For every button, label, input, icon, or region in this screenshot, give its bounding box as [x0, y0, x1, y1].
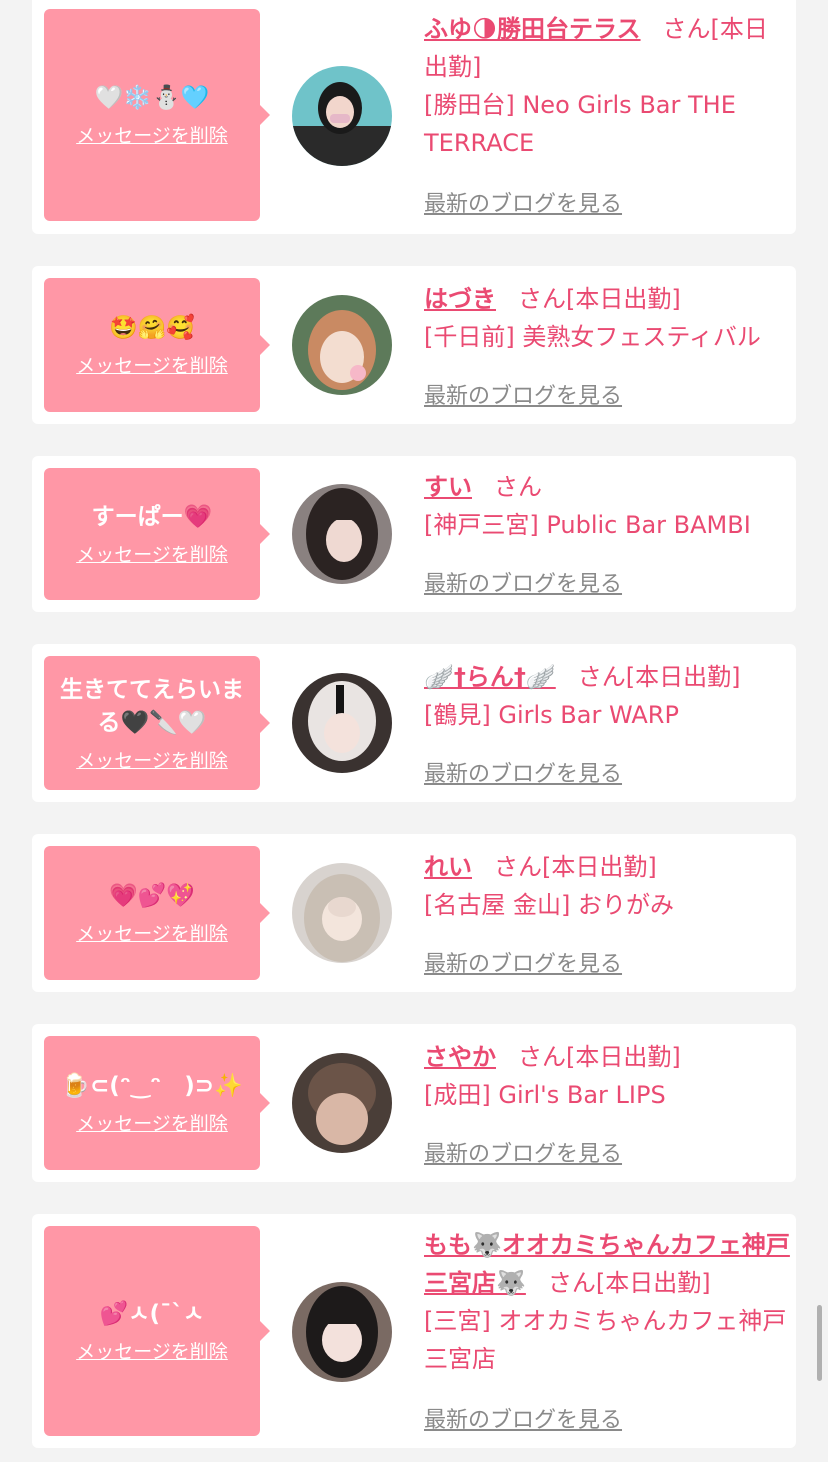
message-card: 🤍❄️⛄🩵 メッセージを削除 ふゆ🌗勝田台テラス さん[本日出勤] [勝田台] N…	[32, 0, 796, 234]
cast-info: れい さん[本日出勤] [名古屋 金山] おりがみ	[424, 848, 790, 924]
avatar[interactable]	[292, 295, 392, 395]
message-bubble: 💕ㅅ(¯`ㅅ メッセージを削除	[44, 1226, 270, 1436]
message-bubble: 🤍❄️⛄🩵 メッセージを削除	[44, 9, 270, 221]
message-card: 🍺⊂(ᵔ‿ᵔ )⊃✨ メッセージを削除 さやか さん[本日出勤] [成田] Gir…	[32, 1024, 796, 1182]
latest-blog-link[interactable]: 最新のブログを見る	[424, 946, 622, 978]
latest-blog-link[interactable]: 最新のブログを見る	[424, 378, 622, 410]
delete-message-link[interactable]: メッセージを削除	[76, 351, 228, 378]
shop-info: [千日前] 美熟女フェスティバル	[424, 323, 761, 351]
message-bubble: 生きててえらいまる🖤🔪🤍 メッセージを削除	[44, 656, 270, 790]
delete-message-link[interactable]: メッセージを削除	[76, 1109, 228, 1136]
avatar[interactable]	[292, 1053, 392, 1153]
attendance-status: [本日出勤]	[566, 285, 681, 313]
honorific: さん	[577, 663, 626, 691]
shop-info: [名古屋 金山] おりがみ	[424, 891, 674, 919]
delete-message-link[interactable]: メッセージを削除	[76, 919, 228, 946]
cast-info: はづき さん[本日出勤] [千日前] 美熟女フェスティバル	[424, 280, 790, 356]
message-text: 🤍❄️⛄🩵	[94, 85, 210, 111]
honorific: さん	[518, 285, 566, 313]
cast-info: もも🐺オオカミちゃんカフェ神戸三宮店🐺 さん[本日出勤] [三宮] オオカミちゃん…	[424, 1226, 790, 1378]
delete-message-link[interactable]: メッセージを削除	[76, 540, 228, 567]
message-bubble: すーぱー💗 メッセージを削除	[44, 468, 270, 600]
message-text: すーぱー💗	[91, 504, 213, 530]
message-text: 💗💕💖	[109, 883, 195, 909]
cast-info: すい さん [神戸三宮] Public Bar BAMBI	[424, 468, 790, 544]
message-bubble: 🤩🤗🥰 メッセージを削除	[44, 278, 270, 412]
avatar-photo-icon	[292, 1282, 392, 1382]
shop-info: [成田] Girl's Bar LIPS	[424, 1081, 666, 1109]
avatar[interactable]	[292, 673, 392, 773]
cast-name-link[interactable]: ふゆ🌗勝田台テラス	[424, 15, 641, 43]
honorific: さん	[547, 1269, 596, 1297]
message-card: すーぱー💗 メッセージを削除 すい さん [神戸三宮] Public Bar BA…	[32, 456, 796, 612]
cast-name-link[interactable]: さやか	[424, 1043, 496, 1071]
message-text: 生きててえらいまる🖤🔪🤍	[60, 676, 244, 736]
latest-blog-link[interactable]: 最新のブログを見る	[424, 566, 622, 598]
latest-blog-link[interactable]: 最新のブログを見る	[424, 186, 622, 218]
honorific: さん	[494, 473, 542, 501]
avatar-photo-icon	[292, 1053, 392, 1153]
scrollbar[interactable]	[817, 1305, 822, 1381]
avatar-photo-icon	[292, 673, 392, 773]
cast-name-link[interactable]: はづき	[424, 285, 496, 313]
shop-info: [三宮] オオカミちゃんカフェ神戸三宮店	[424, 1307, 787, 1373]
message-bubble: 🍺⊂(ᵔ‿ᵔ )⊃✨ メッセージを削除	[44, 1036, 270, 1170]
honorific: さん	[662, 15, 711, 43]
message-text: 💕ㅅ(¯`ㅅ	[99, 1301, 205, 1327]
shop-info: [勝田台] Neo Girls Bar THE TERRACE	[424, 91, 736, 157]
shop-info: [鶴見] Girls Bar WARP	[424, 701, 679, 729]
cast-name-link[interactable]: すい	[424, 473, 472, 501]
cast-info: 🪽†らん†🪽 さん[本日出勤] [鶴見] Girls Bar WARP	[424, 658, 790, 734]
cast-info: ふゆ🌗勝田台テラス さん[本日出勤] [勝田台] Neo Girls Bar TH…	[424, 10, 790, 162]
cast-name-link[interactable]: れい	[424, 853, 472, 881]
delete-message-link[interactable]: メッセージを削除	[76, 746, 228, 773]
message-card: 💕ㅅ(¯`ㅅ メッセージを削除 もも🐺オオカミちゃんカフェ神戸三宮店🐺 さん[本日…	[32, 1214, 796, 1448]
attendance-status: [本日出勤]	[625, 663, 741, 691]
latest-blog-link[interactable]: 最新のブログを見る	[424, 1136, 622, 1168]
cast-name-link[interactable]: 🪽†らん†🪽	[424, 663, 556, 691]
avatar[interactable]	[292, 66, 392, 166]
latest-blog-link[interactable]: 最新のブログを見る	[424, 1402, 622, 1434]
delete-message-link[interactable]: メッセージを削除	[76, 121, 228, 148]
shop-info: [神戸三宮] Public Bar BAMBI	[424, 511, 751, 539]
avatar[interactable]	[292, 484, 392, 584]
avatar-photo-icon	[292, 66, 392, 166]
cast-info: さやか さん[本日出勤] [成田] Girl's Bar LIPS	[424, 1038, 790, 1114]
avatar[interactable]	[292, 1282, 392, 1382]
honorific: さん	[518, 1043, 566, 1071]
latest-blog-link[interactable]: 最新のブログを見る	[424, 756, 622, 788]
message-text: 🤩🤗🥰	[109, 315, 195, 341]
message-text: 🍺⊂(ᵔ‿ᵔ )⊃✨	[61, 1073, 243, 1099]
message-card: 🤩🤗🥰 メッセージを削除 はづき さん[本日出勤] [千日前] 美熟女フェスティバ…	[32, 266, 796, 424]
avatar-photo-icon	[292, 863, 392, 963]
avatar[interactable]	[292, 863, 392, 963]
attendance-status: [本日出勤]	[566, 1043, 681, 1071]
attendance-status: [本日出勤]	[542, 853, 657, 881]
delete-message-link[interactable]: メッセージを削除	[76, 1337, 228, 1364]
honorific: さん	[494, 853, 542, 881]
avatar-photo-icon	[292, 295, 392, 395]
avatar-photo-icon	[292, 484, 392, 584]
message-card: 生きててえらいまる🖤🔪🤍 メッセージを削除 🪽†らん†🪽 さん[本日出勤] [鶴見…	[32, 644, 796, 802]
message-card: 💗💕💖 メッセージを削除 れい さん[本日出勤] [名古屋 金山] おりがみ 最新…	[32, 834, 796, 992]
message-bubble: 💗💕💖 メッセージを削除	[44, 846, 270, 980]
attendance-status: [本日出勤]	[595, 1269, 711, 1297]
